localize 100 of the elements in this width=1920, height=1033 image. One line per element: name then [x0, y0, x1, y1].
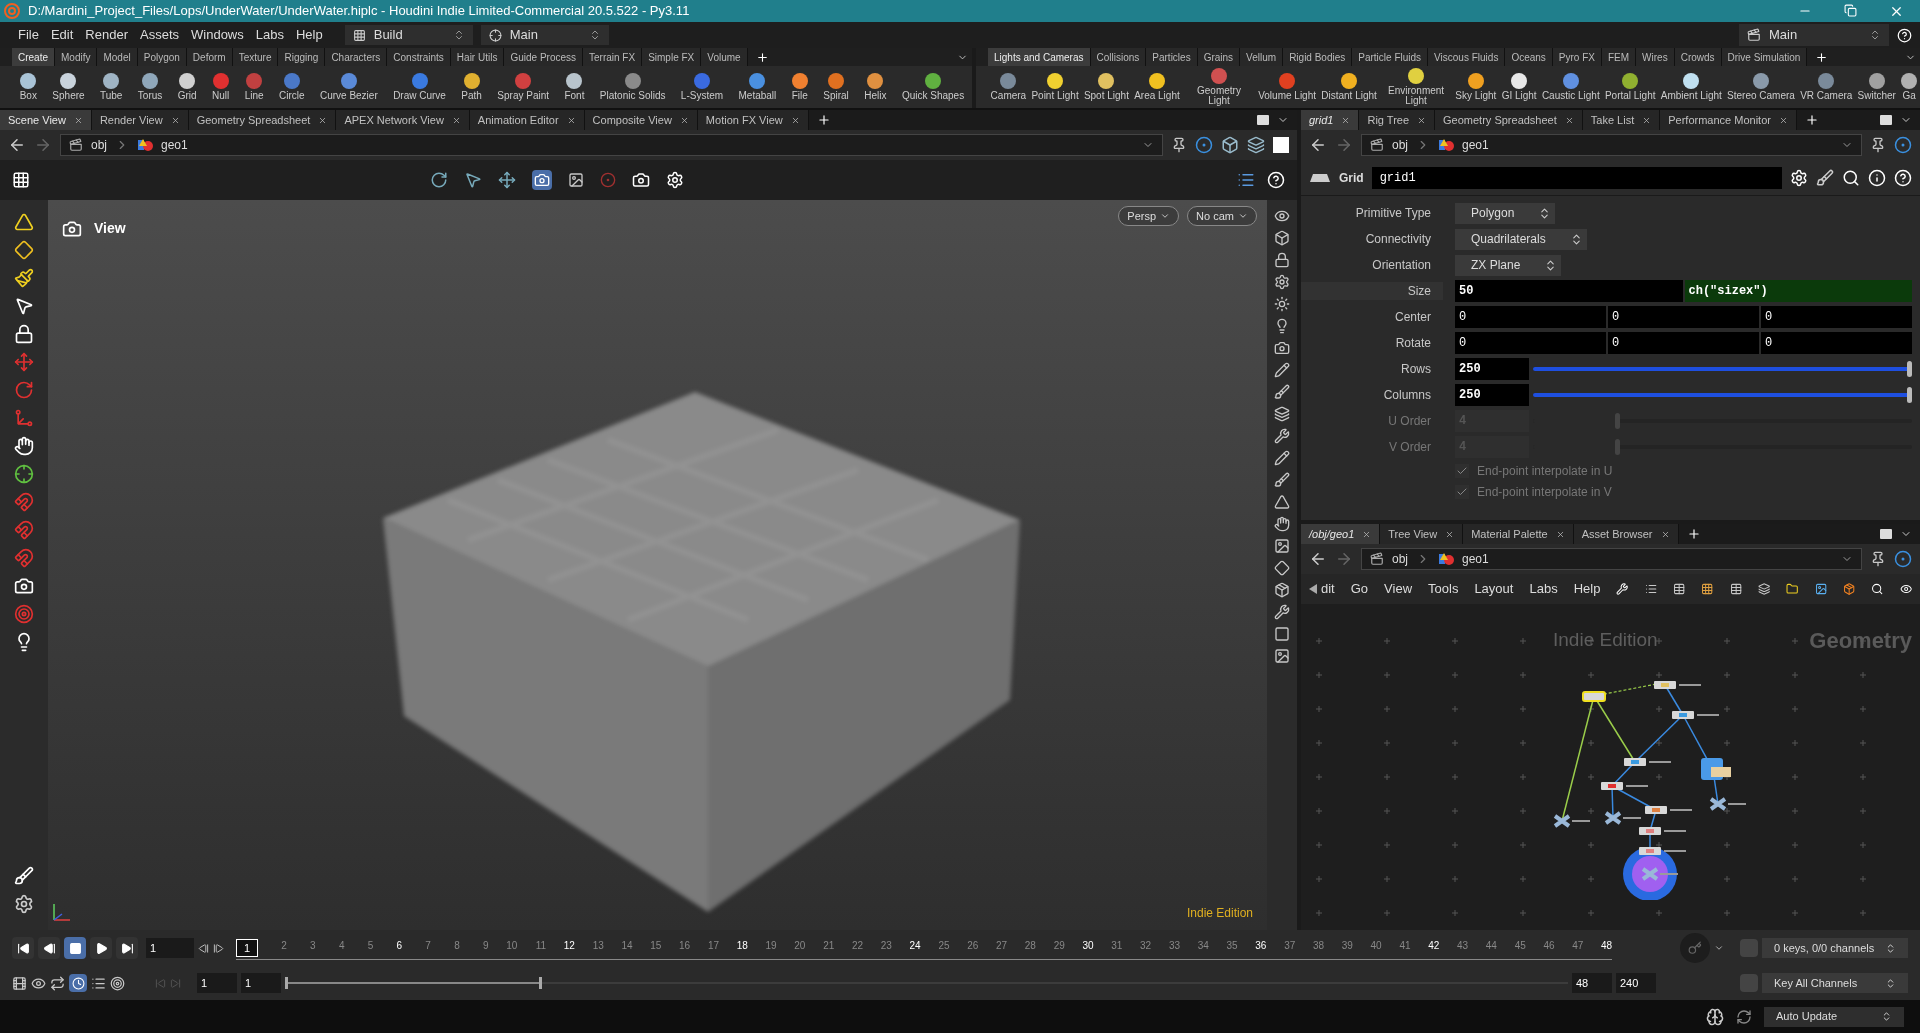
magnet-icon[interactable] [14, 520, 34, 540]
ticks-icon[interactable] [91, 975, 106, 991]
orbit-icon[interactable] [429, 171, 448, 189]
transport-button[interactable] [64, 937, 86, 959]
shelf-tab[interactable]: Guide Process [504, 48, 583, 66]
projection-menu[interactable]: Persp [1118, 206, 1180, 226]
close-icon[interactable] [1642, 115, 1652, 125]
shelf-tool[interactable]: Spray Paint [495, 73, 552, 101]
close-icon[interactable] [170, 115, 180, 125]
forward-icon[interactable] [1335, 550, 1353, 568]
pane-tab[interactable]: Animation Editor [469, 110, 585, 130]
shelf-tab[interactable]: FEM [1602, 48, 1637, 66]
eye-icon[interactable] [1274, 208, 1290, 224]
shelf-tool[interactable]: Area Light [1132, 73, 1182, 101]
transport-button[interactable] [12, 937, 34, 959]
desktop-dropdown[interactable]: Main [1739, 24, 1889, 46]
shelf-tool[interactable]: Torus [135, 73, 165, 101]
brush-icon[interactable] [1816, 168, 1834, 187]
help-icon[interactable] [1894, 168, 1912, 187]
caret-icon[interactable] [1714, 943, 1724, 953]
shelf-tab[interactable]: Viscous Fluids [1428, 48, 1506, 66]
pointer-icon[interactable] [14, 296, 34, 316]
brush-icon[interactable] [14, 268, 34, 288]
number-field[interactable]: 0 [1761, 306, 1912, 328]
shelf-tab[interactable]: Wires [1636, 48, 1675, 66]
shelf-tab[interactable]: Particle Fluids [1352, 48, 1429, 66]
menu-item[interactable]: Labs [1529, 579, 1558, 599]
output-node[interactable] [1604, 811, 1641, 825]
crosshair-icon[interactable] [14, 464, 34, 484]
keys-dropdown[interactable]: 0 keys, 0/0 channels [1762, 938, 1908, 958]
add-tab-icon[interactable] [1686, 527, 1701, 541]
target-icon[interactable] [1894, 136, 1912, 154]
shelf-tab[interactable]: Rigging [278, 48, 326, 66]
shelf-tool[interactable]: Quick Shapes [899, 73, 967, 101]
path-segment[interactable]: geo1 [161, 136, 188, 154]
layers-icon[interactable] [1274, 406, 1290, 422]
wrench-icon[interactable] [1274, 604, 1290, 620]
pane-tab[interactable]: Performance Monitor [1660, 110, 1797, 130]
path-segment[interactable]: obj [91, 136, 107, 154]
menu-item[interactable]: Edit [44, 25, 80, 45]
shelf-tool[interactable]: Null [210, 73, 232, 101]
image-icon[interactable] [1274, 648, 1290, 664]
shelf-tool[interactable]: Circle [276, 73, 307, 101]
triangle-icon[interactable] [14, 212, 34, 232]
back-icon[interactable] [1309, 136, 1327, 154]
shelf-tool[interactable]: Caustic Light [1539, 73, 1602, 101]
output-node[interactable] [1553, 814, 1590, 828]
move-icon[interactable] [497, 171, 516, 189]
gear-icon[interactable] [14, 894, 34, 914]
shelf-tool[interactable]: Platonic Solids [597, 73, 668, 101]
dropdown[interactable]: Polygon [1455, 202, 1556, 224]
pane-tab[interactable]: Take List [1582, 110, 1661, 130]
shelf-tool[interactable]: Sphere [50, 73, 87, 101]
shelf-tool[interactable]: Ambient Light [1658, 73, 1724, 101]
shelf-tab[interactable]: Grains [1197, 48, 1241, 66]
desktop-dropdown[interactable]: Build [344, 25, 473, 45]
background-swatch-icon[interactable] [1273, 137, 1289, 153]
number-field[interactable]: 0 [1455, 332, 1606, 354]
back-icon[interactable] [8, 136, 26, 154]
shelf-tool[interactable]: Tube [98, 73, 125, 101]
shelf-tool[interactable]: Curve Bezier [317, 73, 380, 101]
path-segment[interactable]: geo1 [1462, 136, 1489, 154]
slider-thumb[interactable] [1907, 387, 1912, 403]
range-slider[interactable] [285, 977, 1568, 989]
close-icon[interactable] [1417, 115, 1427, 125]
shelf-tool[interactable]: File [789, 73, 810, 101]
package-icon[interactable] [1843, 580, 1856, 598]
shelf-tool[interactable]: VR Camera [1798, 73, 1855, 101]
shelf-tab[interactable]: Constraints [387, 48, 451, 66]
dots-grid-icon[interactable] [12, 171, 30, 189]
menu-item[interactable]: Render [79, 25, 134, 45]
menu-item[interactable]: Windows [185, 25, 250, 45]
pencil-icon[interactable] [1274, 362, 1290, 378]
shelf-tool[interactable]: Portal Light [1602, 73, 1658, 101]
graph-node[interactable] [1672, 711, 1719, 719]
shelf-tool[interactable]: Font [562, 73, 587, 101]
output-node[interactable] [1709, 797, 1746, 811]
camera-icon[interactable] [1274, 340, 1290, 356]
pane-tab[interactable]: Tree View [1380, 524, 1464, 544]
shelf-tool[interactable]: Switcher [1855, 73, 1898, 101]
target-icon[interactable] [1195, 136, 1213, 154]
search-icon[interactable] [1842, 168, 1860, 187]
pin-icon[interactable] [1171, 137, 1187, 153]
rotate-icon[interactable] [14, 380, 34, 400]
close-icon[interactable] [73, 115, 83, 125]
snap-icon[interactable] [110, 975, 125, 991]
graph-node[interactable] [1624, 758, 1671, 766]
help-icon[interactable] [1897, 27, 1912, 43]
menu-item[interactable]: Go [1350, 579, 1369, 599]
image-icon[interactable] [567, 172, 584, 188]
pane-tab[interactable]: /obj/geo1 [1301, 524, 1381, 544]
range-end-field[interactable]: 48 [1572, 973, 1612, 993]
number-field[interactable]: 0 [1455, 306, 1606, 328]
scroll-left-icon[interactable] [1309, 584, 1317, 594]
shelf-tab[interactable]: Crowds [1674, 48, 1722, 66]
close-icon[interactable] [1564, 115, 1574, 125]
timeline-ruler[interactable]: 1 2 3 4 5 6 7 8 9 10 11 12 13 14 15 16 17 18 19 20 21 22 23 24 25 26 27 28 29 30 31 32 33 34 35 36 37 38 39 40 41 42 43 44 45 46 47 48 [236, 936, 1612, 960]
number-field[interactable]: 50 [1455, 280, 1683, 302]
shelf-tool[interactable]: Stereo Camera [1725, 73, 1797, 101]
cube-icon[interactable] [1274, 230, 1290, 246]
